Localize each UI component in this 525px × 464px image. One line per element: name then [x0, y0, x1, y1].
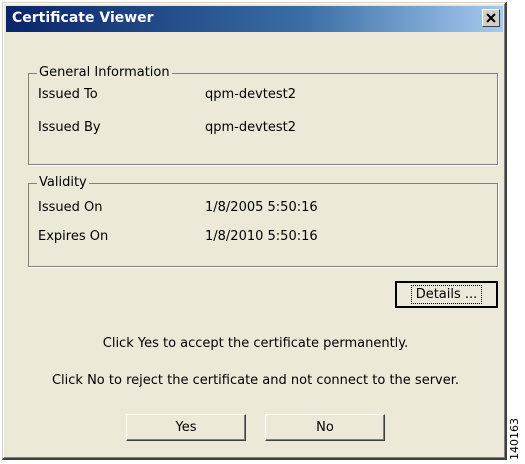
- general-information-group: General Information Issued To qpm-devtes…: [28, 65, 498, 165]
- issued-by-value: qpm-devtest2: [205, 120, 297, 135]
- validity-group: Validity Issued On 1/8/2005 5:50:16 Expi…: [28, 175, 498, 267]
- issued-to-value: qpm-devtest2: [205, 87, 297, 102]
- close-button[interactable]: [482, 9, 500, 27]
- validity-legend: Validity: [37, 175, 89, 190]
- dialog-title: Certificate Viewer: [12, 10, 154, 26]
- figure-number: 140163: [508, 418, 521, 460]
- details-button[interactable]: Details ...: [395, 281, 498, 308]
- issued-to-label: Issued To: [38, 87, 98, 102]
- issued-on-label: Issued On: [38, 200, 103, 215]
- title-bar[interactable]: Certificate Viewer: [6, 6, 503, 32]
- reject-message: Click No to reject the certificate and n…: [51, 373, 460, 388]
- issued-on-value: 1/8/2005 5:50:16: [205, 200, 318, 215]
- no-button[interactable]: No: [265, 414, 385, 441]
- certificate-viewer-dialog: Certificate Viewer General Information I…: [2, 2, 507, 460]
- yes-button[interactable]: Yes: [126, 414, 246, 441]
- close-icon: [486, 13, 496, 23]
- expires-on-label: Expires On: [38, 229, 109, 244]
- details-button-label: Details ...: [410, 285, 483, 304]
- page: Certificate Viewer General Information I…: [0, 0, 525, 464]
- issued-by-label: Issued By: [38, 120, 101, 135]
- general-information-legend: General Information: [37, 65, 172, 80]
- accept-message: Click Yes to accept the certificate perm…: [102, 336, 409, 351]
- expires-on-value: 1/8/2010 5:50:16: [205, 229, 318, 244]
